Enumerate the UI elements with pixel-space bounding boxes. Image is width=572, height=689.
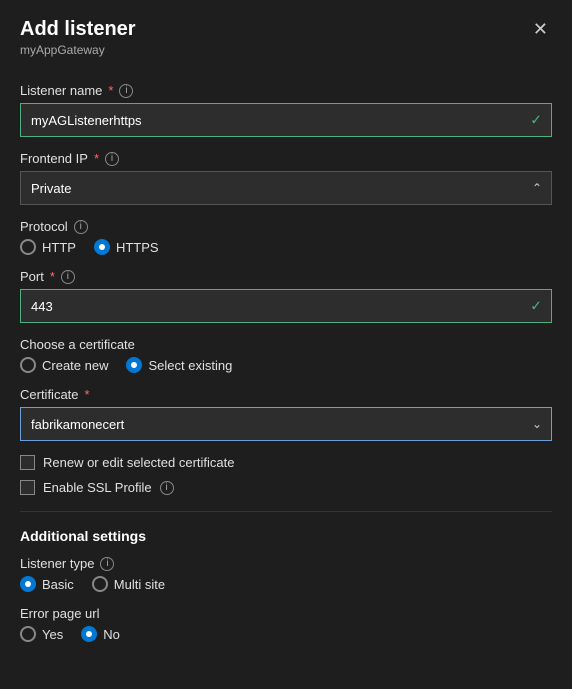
protocol-https-option[interactable]: HTTPS [94, 239, 159, 255]
section-divider [20, 511, 552, 512]
port-select[interactable]: 443 80 8080 [20, 289, 552, 323]
error-page-yes-option[interactable]: Yes [20, 626, 63, 642]
close-button[interactable]: ✕ [527, 18, 554, 40]
port-info-icon[interactable]: i [61, 270, 75, 284]
listener-multisite-option[interactable]: Multi site [92, 576, 165, 592]
select-existing-radio[interactable] [126, 357, 142, 373]
port-checkmark-icon: ✓ [530, 298, 542, 315]
required-star: * [108, 83, 113, 98]
renew-certificate-checkbox-item[interactable]: Renew or edit selected certificate [20, 455, 552, 470]
enable-ssl-profile-label: Enable SSL Profile [43, 480, 152, 495]
renew-certificate-checkbox[interactable] [20, 455, 35, 470]
protocol-label: Protocol i [20, 219, 552, 234]
listener-basic-option[interactable]: Basic [20, 576, 74, 592]
certificate-select[interactable]: fabrikamonecert [20, 407, 552, 441]
error-page-no-radio[interactable] [81, 626, 97, 642]
frontend-ip-label: Frontend IP * i [20, 151, 552, 166]
panel-subtitle: myAppGateway [20, 43, 552, 57]
additional-settings-title: Additional settings [20, 528, 552, 544]
error-page-group: Error page url Yes No [20, 606, 552, 642]
add-listener-panel: Add listener myAppGateway ✕ Listener nam… [0, 0, 572, 689]
enable-ssl-profile-checkbox-item[interactable]: Enable SSL Profile i [20, 480, 552, 495]
renew-certificate-label: Renew or edit selected certificate [43, 455, 234, 470]
ssl-profile-info-icon[interactable]: i [160, 481, 174, 495]
protocol-http-radio[interactable] [20, 239, 36, 255]
frontend-ip-group: Frontend IP * i Private Public ⌃ [20, 151, 552, 205]
error-page-yes-label: Yes [42, 627, 63, 642]
protocol-https-label: HTTPS [116, 240, 159, 255]
choose-certificate-group: Choose a certificate Create new Select e… [20, 337, 552, 373]
certificate-group: Certificate * fabrikamonecert ⌄ [20, 387, 552, 441]
certificate-radio-group: Create new Select existing [20, 357, 552, 373]
port-group: Port * i 443 80 8080 ✓ [20, 269, 552, 323]
protocol-info-icon[interactable]: i [74, 220, 88, 234]
protocol-group: Protocol i HTTP HTTPS [20, 219, 552, 255]
port-select-wrapper: 443 80 8080 ✓ [20, 289, 552, 323]
choose-certificate-label: Choose a certificate [20, 337, 552, 352]
port-label: Port * i [20, 269, 552, 284]
enable-ssl-profile-checkbox[interactable] [20, 480, 35, 495]
protocol-http-label: HTTP [42, 240, 76, 255]
additional-settings-section: Additional settings Listener type i Basi… [20, 528, 552, 642]
create-new-radio[interactable] [20, 357, 36, 373]
protocol-radio-group: HTTP HTTPS [20, 239, 552, 255]
protocol-https-radio[interactable] [94, 239, 110, 255]
listener-name-group: Listener name * i ✓ [20, 83, 552, 137]
listener-name-input-wrapper: ✓ [20, 103, 552, 137]
error-page-no-label: No [103, 627, 120, 642]
required-star-2: * [94, 151, 99, 166]
certificate-label: Certificate * [20, 387, 552, 402]
panel-body: Listener name * i ✓ Frontend IP * i Priv… [0, 67, 572, 676]
panel-title: Add listener [20, 18, 552, 41]
listener-name-checkmark-icon: ✓ [530, 112, 542, 129]
listener-multisite-radio[interactable] [92, 576, 108, 592]
required-star-4: * [85, 387, 90, 402]
required-star-3: * [50, 269, 55, 284]
frontend-ip-select-wrapper: Private Public ⌃ [20, 171, 552, 205]
listener-type-group: Listener type i Basic Multi site [20, 556, 552, 592]
listener-name-info-icon[interactable]: i [119, 84, 133, 98]
listener-type-info-icon[interactable]: i [100, 557, 114, 571]
error-page-label: Error page url [20, 606, 552, 621]
frontend-ip-info-icon[interactable]: i [105, 152, 119, 166]
listener-basic-radio[interactable] [20, 576, 36, 592]
create-new-label: Create new [42, 358, 108, 373]
error-page-no-option[interactable]: No [81, 626, 120, 642]
create-new-option[interactable]: Create new [20, 357, 108, 373]
checkboxes-group: Renew or edit selected certificate Enabl… [20, 455, 552, 495]
select-existing-label: Select existing [148, 358, 232, 373]
listener-basic-label: Basic [42, 577, 74, 592]
frontend-ip-select[interactable]: Private Public [20, 171, 552, 205]
listener-multisite-label: Multi site [114, 577, 165, 592]
error-page-yes-radio[interactable] [20, 626, 36, 642]
error-page-radio-group: Yes No [20, 626, 552, 642]
protocol-http-option[interactable]: HTTP [20, 239, 76, 255]
listener-name-label: Listener name * i [20, 83, 552, 98]
panel-header: Add listener myAppGateway ✕ [0, 0, 572, 67]
listener-type-label: Listener type i [20, 556, 552, 571]
select-existing-option[interactable]: Select existing [126, 357, 232, 373]
listener-name-input[interactable] [20, 103, 552, 137]
certificate-select-wrapper: fabrikamonecert ⌄ [20, 407, 552, 441]
listener-type-radio-group: Basic Multi site [20, 576, 552, 592]
